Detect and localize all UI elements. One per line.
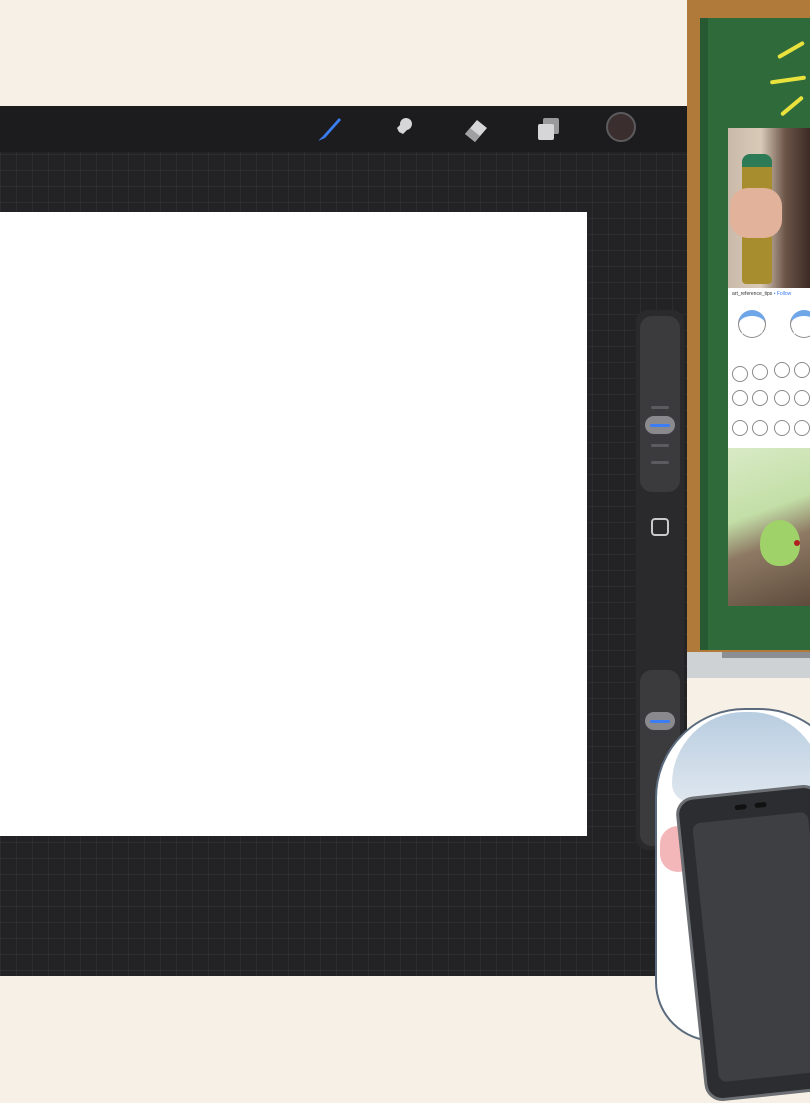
hand-image	[730, 188, 782, 238]
drawing-canvas[interactable]	[0, 212, 587, 836]
tablet-screen	[692, 811, 810, 1083]
smudge-icon	[395, 118, 412, 140]
layers-icon	[538, 118, 559, 140]
head-sketch	[774, 420, 790, 436]
reference-sheet: art_reference_tips • Follow	[728, 288, 810, 448]
brush-icon	[318, 118, 341, 141]
follow-link: • Follow	[773, 291, 792, 297]
camera-icon	[734, 803, 747, 811]
layers-tool-button[interactable]	[534, 114, 564, 144]
bird-eye	[794, 540, 800, 546]
slider-tick	[651, 461, 669, 464]
color-picker-button[interactable]	[606, 112, 636, 142]
head-sketch	[774, 390, 790, 406]
brush-tool-button[interactable]	[314, 114, 344, 144]
modify-button[interactable]	[650, 517, 670, 537]
reference-photo	[728, 128, 810, 288]
head-sketch	[738, 310, 766, 338]
tablet-device	[674, 783, 810, 1103]
reference-sheet-title: art_reference_tips • Follow	[732, 291, 791, 297]
brush-size-handle[interactable]	[645, 416, 675, 434]
head-sketch	[774, 362, 790, 378]
square-icon	[651, 518, 669, 536]
head-sketch	[794, 420, 810, 436]
head-sketch	[752, 420, 768, 436]
eraser-icon	[465, 120, 487, 142]
chalkboard-shadow	[700, 18, 708, 650]
head-sketch	[794, 362, 810, 378]
eraser-tool-button[interactable]	[461, 114, 491, 144]
head-sketch	[732, 366, 748, 382]
head-sketch	[752, 390, 768, 406]
head-sketch	[732, 420, 748, 436]
top-toolbar	[0, 106, 687, 152]
slider-tick	[651, 444, 669, 447]
head-sketch	[732, 390, 748, 406]
slider-tick	[651, 406, 669, 409]
brush-size-slider[interactable]	[640, 316, 680, 492]
chalk-tray-lip	[722, 652, 810, 658]
reference-sheet-handle: art_reference_tips	[732, 291, 773, 297]
drawing-app-window	[0, 106, 687, 976]
opacity-handle[interactable]	[645, 712, 675, 730]
head-sketch	[794, 390, 810, 406]
smudge-tool-button[interactable]	[387, 114, 417, 144]
head-sketch	[752, 364, 768, 380]
head-sketch	[790, 310, 810, 338]
camera-icon	[754, 801, 767, 809]
